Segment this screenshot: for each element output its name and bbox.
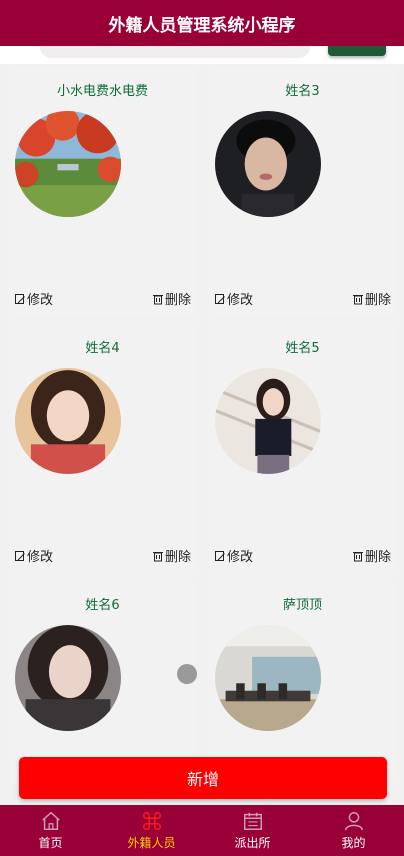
add-button-label: 新增 [186,770,219,789]
person-card[interactable]: 姓名4 修改 删除 [10,325,195,573]
add-button[interactable]: 新增 [19,757,387,799]
tab-label: 首页 [38,836,63,850]
delete-button[interactable]: 删除 [152,546,191,565]
delete-label: 删除 [164,293,191,308]
delete-label: 删除 [364,550,391,565]
edit-label: 修改 [27,293,54,308]
trash-icon [352,550,364,562]
person-name: 姓名5 [285,341,320,356]
bottom-tab-bar: 首页 外籍人员 派出所 我的 [0,805,404,856]
person-card[interactable]: 姓名6 [10,582,195,782]
edit-icon [214,293,226,305]
edit-button[interactable]: 修改 [14,546,53,565]
avatar [15,111,121,217]
tab-police-station[interactable]: 派出所 [202,805,303,856]
person-name: 小水电费水电费 [56,84,148,99]
search-area [0,46,404,64]
edit-label: 修改 [227,293,254,308]
person-card[interactable]: 小水电费水电费 修改 删除 [10,68,195,316]
edit-label: 修改 [27,550,54,565]
edit-icon [14,550,26,562]
calendar-icon [242,810,264,834]
person-name: 姓名3 [285,84,320,99]
edit-button[interactable]: 修改 [14,289,53,308]
trash-icon [152,293,164,305]
person-name: 萨顶顶 [282,598,322,613]
delete-label: 删除 [364,293,391,308]
page-title: 外籍人员管理系统小程序 [108,15,296,36]
trash-icon [152,550,164,562]
edit-icon [14,293,26,305]
tab-label: 派出所 [234,836,271,850]
person-card[interactable]: 姓名3 修改 删除 [210,68,395,316]
trash-icon [352,293,364,305]
tab-label: 我的 [341,836,366,850]
home-icon [40,810,62,834]
avatar [15,625,121,731]
edit-button[interactable]: 修改 [214,289,253,308]
edit-button[interactable]: 修改 [214,546,253,565]
person-card[interactable]: 姓名5 修改 删除 [210,325,395,573]
tab-label: 外籍人员 [127,836,176,850]
avatar [215,625,321,731]
user-icon [343,810,365,834]
avatar [15,368,121,474]
search-button[interactable] [328,46,386,56]
avatar [215,368,321,474]
person-name: 姓名6 [85,598,120,613]
delete-label: 删除 [164,550,191,565]
search-input[interactable] [40,46,310,58]
person-name: 姓名4 [85,341,120,356]
delete-button[interactable]: 删除 [152,289,191,308]
tab-mine[interactable]: 我的 [303,805,404,856]
person-card[interactable]: 萨顶顶 [210,582,395,782]
delete-button[interactable]: 删除 [352,289,391,308]
command-icon [141,810,163,834]
edit-icon [214,550,226,562]
floating-assist-dot[interactable] [177,664,197,684]
edit-label: 修改 [227,550,254,565]
delete-button[interactable]: 删除 [352,546,391,565]
app-header: 外籍人员管理系统小程序 [0,0,404,46]
tab-home[interactable]: 首页 [0,805,101,856]
avatar [215,111,321,217]
tab-foreign-staff[interactable]: 外籍人员 [101,805,202,856]
